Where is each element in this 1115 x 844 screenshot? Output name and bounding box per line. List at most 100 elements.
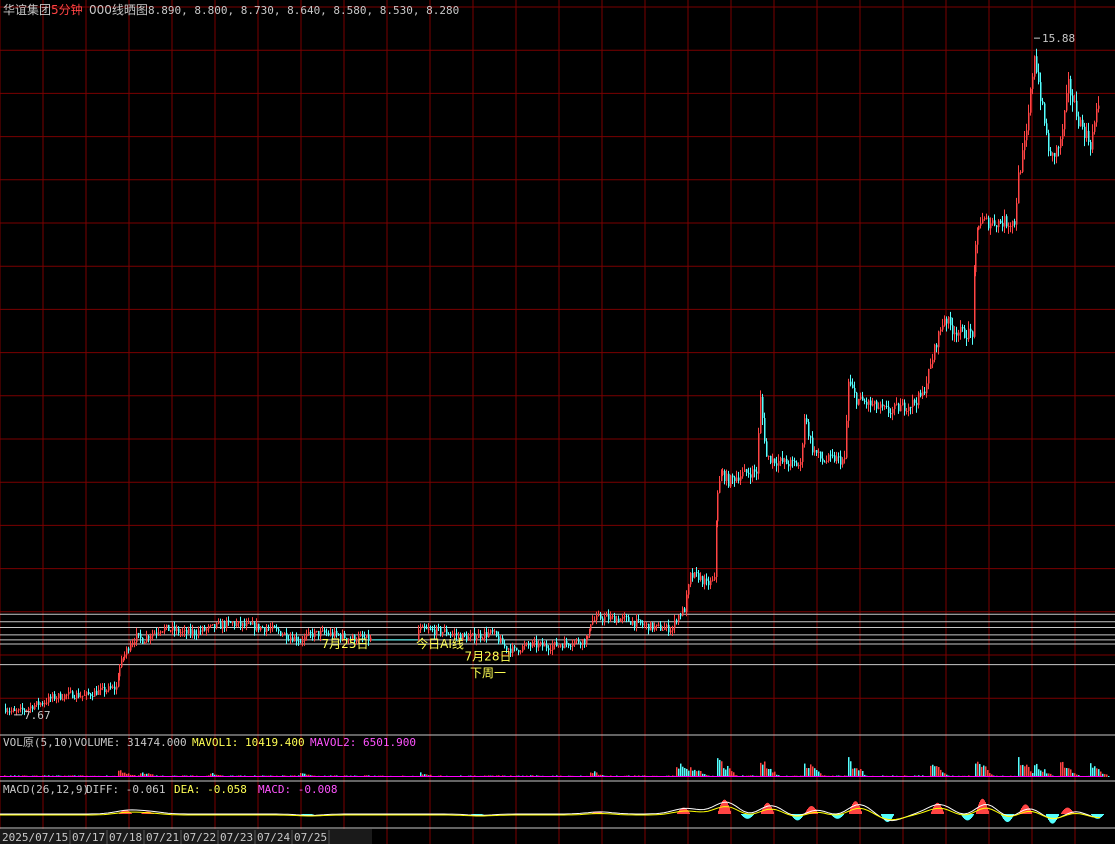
candle-body [190, 628, 192, 634]
volume-bar [940, 769, 942, 777]
candle-body [892, 409, 894, 414]
macd-bar [748, 814, 749, 819]
candle-body [1096, 108, 1098, 123]
candle-body [856, 392, 858, 405]
macd-bar [747, 814, 748, 819]
candle-body [622, 616, 624, 619]
volume-bar [1108, 776, 1110, 777]
macd-value: MACD: -0.008 [258, 783, 337, 796]
candle-body [1014, 221, 1016, 225]
candle-body [464, 633, 466, 636]
volume-bar [987, 770, 989, 777]
candle-body [138, 633, 140, 635]
candle-body [1024, 140, 1026, 151]
candle-body [710, 580, 712, 586]
candle-body [975, 244, 977, 273]
candle-body [798, 464, 800, 467]
candle-body [1072, 95, 1074, 102]
candle-body [518, 650, 520, 653]
candle-body [278, 629, 280, 632]
candle-body [442, 632, 444, 634]
macd-bar [931, 811, 932, 814]
candle-body [11, 710, 13, 712]
candle-body [266, 628, 268, 632]
candle-body [104, 686, 106, 693]
x-tick-label: 07/21 [146, 831, 179, 844]
candle-body [660, 624, 662, 631]
candle-body [940, 329, 942, 332]
volume-bar [938, 767, 940, 777]
candle-body [434, 629, 436, 636]
candle-body [222, 622, 224, 629]
candle-body [674, 620, 676, 629]
candle-body [568, 643, 570, 646]
volume-bar [854, 768, 856, 777]
volume-panel [0, 757, 1110, 777]
candle-body [270, 628, 272, 630]
candle-body [914, 399, 916, 403]
candle-body [1038, 72, 1040, 83]
candle-body [764, 417, 766, 442]
volume-bar [812, 766, 814, 777]
x-tick-label: 07/24 [257, 831, 290, 844]
candle-body [952, 325, 954, 335]
candle-body [946, 318, 948, 324]
annotation-label: 7月25日 [322, 637, 369, 651]
candle-body [176, 628, 178, 632]
macd-bar [850, 808, 851, 814]
candle-body [694, 572, 696, 578]
candle-body [690, 572, 692, 585]
candle-body [922, 391, 924, 396]
candle-body [550, 650, 552, 652]
macd-bar [893, 814, 894, 816]
candle-body [294, 636, 296, 642]
candle-body [804, 418, 806, 445]
candle-body [616, 618, 618, 623]
candle-body [502, 637, 504, 645]
candle-body [450, 634, 452, 636]
candle-body [40, 703, 42, 706]
candle-body [584, 639, 586, 644]
annotation-label: 下周一 [470, 666, 506, 680]
candle-body [602, 618, 604, 621]
macd-bar [743, 814, 744, 817]
candle-body [116, 686, 118, 690]
high-label: 15.88 [1042, 32, 1075, 45]
candle-body [848, 381, 850, 421]
candle-body [688, 584, 690, 595]
price-candles [5, 48, 1100, 716]
stock-name: 华谊集团 [3, 2, 51, 17]
candle-body [734, 477, 736, 482]
candle-body [1064, 110, 1066, 130]
volume-bar [120, 770, 122, 777]
candle-body [608, 614, 610, 620]
candle-body [292, 637, 294, 642]
candle-body [604, 616, 606, 621]
candle-body [1026, 130, 1028, 141]
candle-body [62, 699, 64, 701]
macd-bar [979, 802, 980, 814]
volume-bar [1034, 765, 1036, 777]
candle-body [262, 626, 264, 628]
candle-body [474, 633, 476, 641]
candle-body [696, 572, 698, 574]
macd-bar [141, 813, 142, 814]
candle-body [896, 403, 898, 405]
volume-bar [806, 768, 808, 777]
candle-body [918, 392, 920, 406]
macd-bar [730, 810, 731, 814]
candle-body [80, 696, 82, 698]
volume-bar [852, 768, 854, 777]
candle-body [704, 578, 706, 585]
candle-body [1078, 116, 1080, 127]
candle-body [526, 643, 528, 645]
candle-body [1006, 216, 1008, 227]
volume-bar [981, 766, 983, 777]
dea-value: DEA: -0.058 [174, 783, 247, 796]
candle-body [652, 622, 654, 630]
volume-bar [1062, 761, 1064, 777]
candle-body [14, 709, 16, 711]
candle-body [580, 642, 582, 645]
candle-body [94, 690, 96, 697]
candle-body [444, 629, 446, 633]
